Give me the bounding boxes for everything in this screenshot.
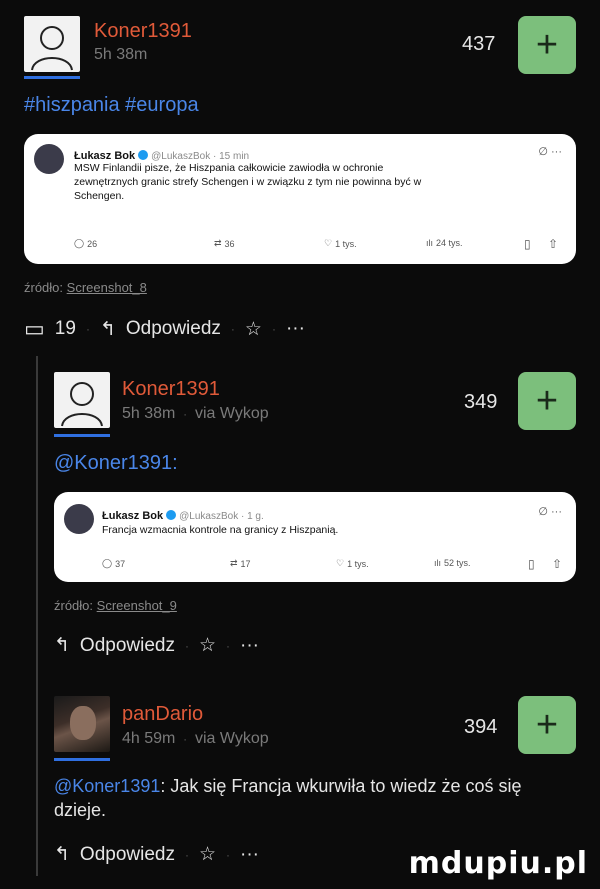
comment-mention[interactable]: @Koner1391 (54, 776, 160, 796)
reply-button[interactable]: Odpowiedz (126, 318, 221, 340)
more-options-icon[interactable]: ··· (286, 318, 305, 340)
comment-time: 4h 59m (122, 730, 176, 747)
share-icon[interactable]: ⇧ (552, 557, 562, 571)
embedded-tweet-card[interactable]: Łukasz Bok @LukaszBok · 15 min ∅ ··· MSW … (24, 134, 576, 264)
views-icon: ılı (434, 558, 442, 568)
star-icon[interactable]: ☆ (245, 318, 262, 341)
post-username[interactable]: Koner1391 (94, 20, 192, 43)
plus-icon: + (535, 380, 559, 422)
comment-count[interactable]: 19 (55, 318, 76, 340)
reply-arrow-icon: ↰ (54, 844, 70, 865)
comment-username[interactable]: Koner1391 (122, 378, 220, 401)
comment-mention[interactable]: @Koner1391: (54, 452, 178, 475)
plus-button[interactable]: + (518, 696, 576, 754)
user-silhouette-icon (31, 26, 73, 71)
comment-time: 5h 38m (122, 405, 176, 422)
heart-icon: ♡ (336, 558, 345, 568)
retweet-icon: ⇄ (230, 558, 238, 568)
views-icon: ılı (426, 238, 434, 248)
post-time: 5h 38m (94, 46, 148, 63)
comment-username[interactable]: panDario (122, 703, 203, 726)
comment-via[interactable]: via Wykop (195, 405, 269, 422)
tweet-likes[interactable]: ♡ 1 tys. (336, 558, 369, 569)
plus-button[interactable]: + (518, 16, 576, 74)
tweet-replies[interactable]: ◯ 26 (74, 238, 97, 249)
comment-body: @Koner1391: Jak się Francja wkurwiła to … (54, 774, 574, 822)
plus-icon: + (535, 704, 559, 746)
avatar[interactable] (54, 696, 110, 752)
reply-button[interactable]: Odpowiedz (80, 635, 175, 657)
plus-button[interactable]: + (518, 372, 576, 430)
retweet-icon: ⇄ (214, 238, 222, 248)
avatar-underline (54, 434, 110, 437)
tweet-likes[interactable]: ♡ 1 tys. (324, 238, 357, 249)
tweet-avatar (34, 144, 64, 174)
source-link[interactable]: Screenshot_9 (97, 598, 177, 613)
tweet-retweets[interactable]: ⇄ 36 (214, 238, 235, 249)
more-icon[interactable]: ∅ ··· (538, 505, 562, 518)
heart-icon: ♡ (324, 238, 333, 248)
tweet-retweets[interactable]: ⇄ 17 (230, 558, 251, 569)
star-icon[interactable]: ☆ (199, 843, 216, 866)
tweet-replies[interactable]: ◯ 37 (102, 558, 125, 569)
avatar-underline (24, 76, 80, 79)
more-icon[interactable]: ∅ ··· (538, 145, 562, 158)
reply-arrow-icon: ↰ (54, 635, 70, 656)
reply-icon: ◯ (74, 238, 85, 248)
reply-button[interactable]: Odpowiedz (80, 844, 175, 866)
source-label: źródło: (54, 598, 94, 613)
embedded-tweet-card[interactable]: Łukasz Bok @LukaszBok · 1 g. ∅ ··· Francj… (54, 492, 576, 582)
bookmark-icon[interactable]: ▯ (528, 557, 535, 571)
tweet-text: MSW Finlandii pisze, że Hiszpania całkow… (74, 162, 422, 202)
reply-arrow-icon: ↰ (99, 318, 116, 340)
tweet-handle: @LukaszBok · 1 g. (179, 511, 264, 522)
avatar-underline (54, 758, 110, 761)
reply-icon: ◯ (102, 558, 113, 568)
more-options-icon[interactable]: ··· (240, 635, 259, 657)
post-vote-count: 437 (462, 33, 496, 55)
comment-vote-count: 394 (464, 716, 498, 738)
avatar[interactable] (54, 372, 110, 428)
verified-badge-icon (166, 510, 177, 520)
avatar[interactable] (24, 16, 80, 72)
share-icon[interactable]: ⇧ (548, 237, 558, 251)
tweet-text: Francja wzmacnia kontrole na granicy z H… (102, 524, 339, 536)
comment-via[interactable]: via Wykop (195, 730, 269, 747)
bookmark-icon[interactable]: ▯ (524, 237, 531, 251)
verified-badge-icon (138, 150, 149, 160)
more-options-icon[interactable]: ··· (240, 844, 259, 866)
user-silhouette-icon (61, 382, 103, 427)
avatar-face (70, 706, 96, 740)
comments-icon[interactable]: ▭ (24, 316, 45, 342)
tweet-author-name: Łukasz Bok (102, 510, 164, 522)
tweet-views[interactable]: ılı 52 tys. (434, 558, 471, 568)
comment-vote-count: 349 (464, 391, 498, 413)
tweet-avatar (64, 504, 94, 534)
source-link[interactable]: Screenshot_8 (67, 280, 147, 295)
thread-line (36, 356, 38, 876)
star-icon[interactable]: ☆ (199, 634, 216, 657)
post-tags[interactable]: #hiszpania #europa (24, 94, 199, 117)
plus-icon: + (535, 24, 559, 66)
watermark: mdupiu.pl (408, 846, 588, 881)
source-label: źródło: (24, 280, 64, 295)
tweet-views[interactable]: ılı 24 tys. (426, 238, 463, 248)
